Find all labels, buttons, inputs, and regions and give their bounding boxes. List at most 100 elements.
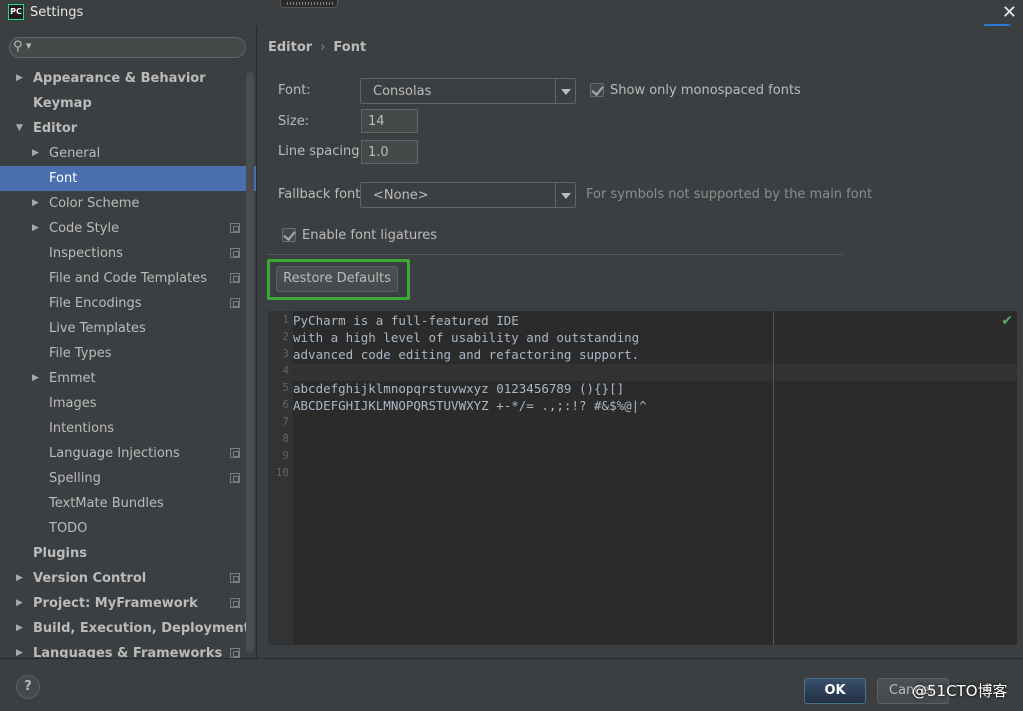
sidebar-item-editor[interactable]: ▼ Editor (0, 116, 256, 141)
sidebar-item-version-control[interactable]: ▶ Version Control (0, 566, 256, 591)
sidebar-item-languages-frameworks[interactable]: ▶ Languages & Frameworks (0, 641, 256, 658)
line-number: 5 (282, 381, 289, 394)
font-value: Consolas (373, 84, 432, 99)
project-scope-icon (230, 648, 240, 658)
chevron-right-icon[interactable]: ▶ (16, 641, 23, 658)
line-number: 2 (282, 330, 289, 343)
sidebar-item-project-myframework[interactable]: ▶ Project: MyFramework (0, 591, 256, 616)
size-field[interactable]: 14 (361, 109, 418, 133)
chevron-right-icon[interactable]: ▶ (16, 566, 23, 591)
sidebar-item-file-and-code-templates[interactable]: File and Code Templates (0, 266, 256, 291)
settings-tree: ▶ Appearance & Behavior Keymap ▼ Editor ▶ Gene… (0, 66, 256, 658)
breadcrumb-parent[interactable]: Editor (268, 40, 312, 55)
sidebar-item-spelling[interactable]: Spelling (0, 466, 256, 491)
line-number-gutter: 1 2 3 4 5 6 7 8 9 10 (268, 311, 293, 645)
sidebar-item-label: Spelling (49, 471, 101, 486)
search-input[interactable]: ⚲ ▼ (9, 37, 246, 58)
sidebar-item-appearance-behavior[interactable]: ▶ Appearance & Behavior (0, 66, 256, 91)
sidebar-item-label: Images (49, 396, 97, 411)
font-preview-editor[interactable]: 1 2 3 4 5 6 7 8 9 10 PyCharm is a full-featured I… (268, 311, 1017, 645)
window-title: Settings (30, 5, 84, 20)
sidebar-item-textmate-bundles[interactable]: TextMate Bundles (0, 491, 256, 516)
title-bar: PC Settings ✕ (0, 0, 1023, 26)
chevron-right-icon[interactable]: ▶ (16, 66, 23, 91)
size-value: 14 (368, 114, 385, 129)
line-spacing-label: Line spacing: (278, 144, 364, 159)
chevron-right-icon[interactable]: ▶ (32, 366, 39, 391)
chevron-right-icon[interactable]: ▶ (32, 141, 39, 166)
project-scope-icon (230, 598, 240, 608)
help-button[interactable]: ? (16, 675, 40, 699)
divider (268, 254, 843, 255)
sidebar-scrollbar[interactable] (246, 72, 254, 652)
ligatures-label: Enable font ligatures (302, 228, 438, 243)
chevron-right-icon[interactable]: ▶ (16, 616, 23, 641)
chevron-down-icon (555, 79, 575, 103)
sidebar-item-live-templates[interactable]: Live Templates (0, 316, 256, 341)
sidebar-item-keymap[interactable]: Keymap (0, 91, 256, 116)
project-scope-icon (230, 448, 240, 458)
project-scope-icon (230, 298, 240, 308)
font-select[interactable]: Consolas (360, 78, 576, 104)
sidebar-item-label: Project: MyFramework (33, 596, 198, 611)
ligatures-checkbox[interactable] (282, 228, 296, 242)
sidebar-item-general[interactable]: ▶ General (0, 141, 256, 166)
sidebar-item-label: Intentions (49, 421, 115, 436)
chevron-down-icon[interactable]: ▼ (16, 116, 23, 141)
fallback-font-value: <None> (373, 188, 429, 203)
search-icon: ⚲ (13, 39, 23, 54)
sidebar-item-build-execution-deployment[interactable]: ▶ Build, Execution, Deployment (0, 616, 256, 641)
sidebar-item-label: File and Code Templates (49, 271, 207, 286)
line-number: 3 (282, 347, 289, 360)
fallback-font-select[interactable]: <None> (360, 182, 576, 208)
sidebar-item-label: Appearance & Behavior (33, 71, 206, 86)
monospaced-label: Show only monospaced fonts (610, 83, 801, 98)
sidebar-item-images[interactable]: Images (0, 391, 256, 416)
current-line-highlight (293, 364, 1017, 381)
font-label: Font: (278, 83, 311, 98)
fallback-hint: For symbols not supported by the main fo… (586, 187, 873, 202)
close-icon[interactable]: ✕ (1002, 2, 1017, 23)
breadcrumb: Editor › Font (268, 40, 366, 55)
pycharm-app-icon: PC (8, 4, 24, 20)
sidebar-item-intentions[interactable]: Intentions (0, 416, 256, 441)
project-scope-icon (230, 573, 240, 583)
sidebar-item-file-types[interactable]: File Types (0, 341, 256, 366)
sidebar-item-label: Code Style (49, 221, 120, 236)
project-scope-icon (230, 473, 240, 483)
sidebar-item-label: Color Scheme (49, 196, 140, 211)
sidebar-item-code-style[interactable]: ▶ Code Style (0, 216, 256, 241)
sidebar-item-label: Live Templates (49, 321, 146, 336)
project-scope-icon (230, 273, 240, 283)
sidebar-item-label: Emmet (49, 371, 96, 386)
restore-defaults-button[interactable]: Restore Defaults (276, 266, 398, 292)
sidebar-item-font[interactable]: Font (0, 166, 256, 191)
sidebar-item-file-encodings[interactable]: File Encodings (0, 291, 256, 316)
sidebar-item-plugins[interactable]: Plugins (0, 541, 256, 566)
line-number: 4 (282, 364, 289, 377)
chevron-right-icon[interactable]: ▶ (32, 191, 39, 216)
line-number: 7 (282, 415, 289, 428)
sidebar-item-emmet[interactable]: ▶ Emmet (0, 366, 256, 391)
grip-icon (287, 2, 333, 5)
project-scope-icon (230, 223, 240, 233)
sidebar-item-color-scheme[interactable]: ▶ Color Scheme (0, 191, 256, 216)
sidebar-item-inspections[interactable]: Inspections (0, 241, 256, 266)
sidebar-item-label: Keymap (33, 96, 92, 111)
drag-handle[interactable] (280, 0, 338, 8)
sidebar-item-label: Font (49, 171, 78, 186)
settings-sidebar: ⚲ ▼ ▶ Appearance & Behavior Keymap ▼ Editor ▶… (0, 26, 256, 658)
chevron-right-icon[interactable]: ▶ (16, 591, 23, 616)
sidebar-item-label: General (49, 146, 101, 161)
chevron-right-icon[interactable]: ▶ (32, 216, 39, 241)
line-spacing-field[interactable]: 1.0 (361, 140, 418, 164)
code-line: PyCharm is a full-featured IDE (293, 313, 519, 328)
sidebar-item-language-injections[interactable]: Language Injections (0, 441, 256, 466)
line-spacing-value: 1.0 (368, 145, 389, 160)
sidebar-item-label: TODO (49, 521, 88, 536)
project-scope-icon (230, 248, 240, 258)
sidebar-item-todo[interactable]: TODO (0, 516, 256, 541)
monospaced-checkbox[interactable] (590, 83, 604, 97)
fallback-font-label: Fallback font: (278, 187, 365, 202)
ok-button[interactable]: OK (804, 678, 866, 704)
